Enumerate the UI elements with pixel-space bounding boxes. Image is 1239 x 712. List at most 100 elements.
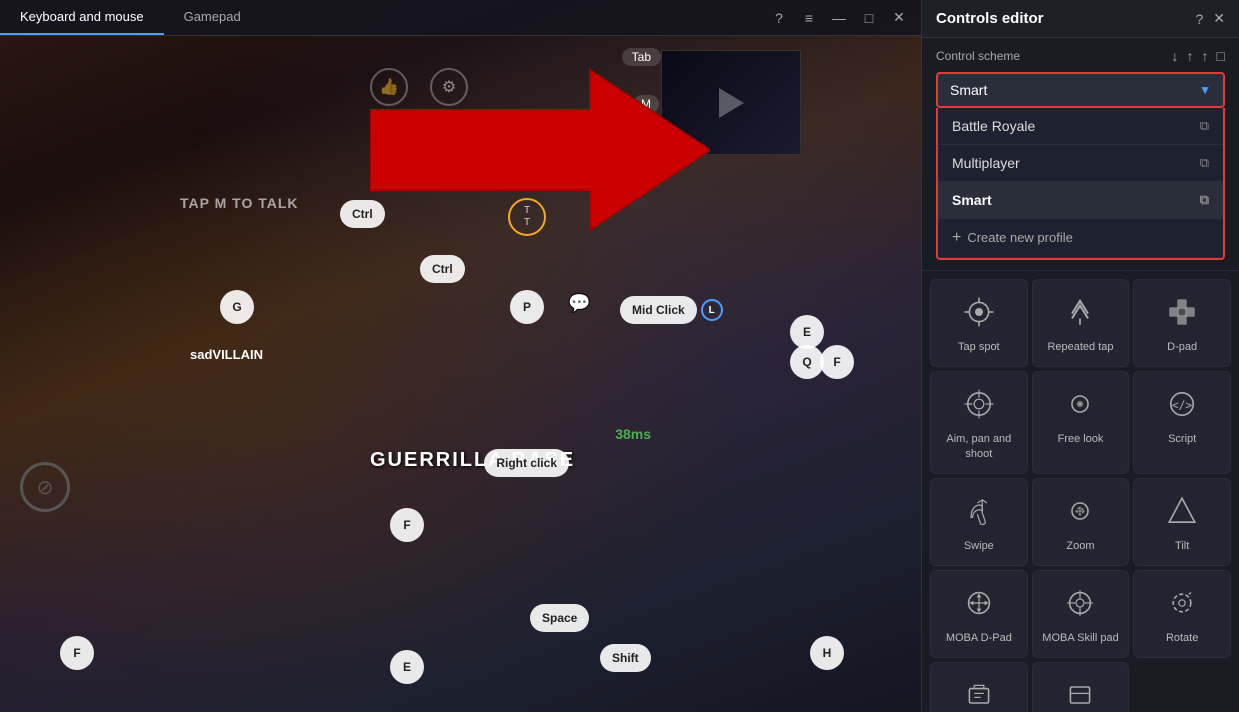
free-look-label: Free look — [1058, 432, 1104, 446]
controls-panel: Controls editor ? ✕ Control scheme ↓ ↑ ↑… — [921, 0, 1239, 712]
control-rotate[interactable]: Rotate — [1133, 570, 1231, 658]
moba-skill-label: MOBA Skill pad — [1042, 631, 1118, 645]
import-icon[interactable]: ↓ — [1172, 48, 1179, 64]
close-icon[interactable]: ✕ — [889, 8, 909, 28]
zoom-icon — [1060, 491, 1100, 531]
control-zoom[interactable]: Zoom — [1032, 478, 1130, 566]
e-key-1[interactable]: E — [790, 315, 824, 349]
control-free-look[interactable]: Free look — [1032, 371, 1130, 474]
extra-1-icon — [959, 675, 999, 712]
aim-label: Aim, pan and shoot — [939, 432, 1019, 461]
export-icon[interactable]: ↑ — [1187, 48, 1194, 64]
control-tilt[interactable]: Tilt — [1133, 478, 1231, 566]
play-icon — [719, 88, 744, 118]
control-tap-spot[interactable]: Tap spot — [930, 279, 1028, 367]
grid-row-5 — [930, 662, 1231, 712]
player-name: sadVILLAIN — [190, 347, 263, 362]
script-icon: </> — [1162, 384, 1202, 424]
zoom-label: Zoom — [1066, 539, 1094, 553]
scheme-action-icons: ↓ ↑ ↑ □ — [1172, 48, 1225, 64]
mid-click-label[interactable]: Mid Click — [620, 296, 697, 324]
copy-icon-smart: ⧉ — [1200, 192, 1209, 208]
shift-key[interactable]: Shift — [600, 644, 651, 672]
maximize-icon[interactable]: □ — [859, 8, 879, 28]
dropdown-item-create[interactable]: +Create new profile — [938, 219, 1223, 258]
scheme-dropdown: Smart ▼ Battle Royale ⧉ Multiplayer ⧉ Sm… — [936, 72, 1225, 260]
svg-text:</>: </> — [1172, 399, 1192, 412]
grid-row-1: Tap spot Repeated tap — [930, 279, 1231, 367]
dpad-icon — [1162, 292, 1202, 332]
panel-header-icons: ? ✕ — [1195, 10, 1225, 27]
copy-icon-battle: ⧉ — [1200, 118, 1209, 134]
repeated-tap-label: Repeated tap — [1047, 340, 1113, 354]
control-extra-1[interactable] — [930, 662, 1028, 712]
scheme-section: Control scheme ↓ ↑ ↑ □ Smart ▼ Battle Ro… — [922, 38, 1239, 271]
panel-header: Controls editor ? ✕ — [922, 0, 1239, 38]
l-key[interactable]: L — [701, 299, 723, 321]
menu-icon[interactable]: ≡ — [799, 8, 819, 28]
swipe-icon — [959, 491, 999, 531]
moba-dpad-icon — [959, 583, 999, 623]
control-swipe[interactable]: Swipe — [930, 478, 1028, 566]
control-extra-2[interactable] — [1032, 662, 1130, 712]
rotate-label: Rotate — [1166, 631, 1198, 645]
f-key-2[interactable]: F — [390, 508, 424, 542]
ctrl-key-2[interactable]: Ctrl — [420, 255, 465, 283]
aim-icon — [959, 384, 999, 424]
repeated-tap-icon — [1060, 292, 1100, 332]
control-repeated-tap[interactable]: Repeated tap — [1032, 279, 1130, 367]
q-key[interactable]: Q — [790, 345, 824, 379]
tab-bar-right: ? ≡ — □ ✕ — [769, 0, 921, 35]
ctrl-key-1[interactable]: Ctrl — [340, 200, 385, 228]
panel-close-icon[interactable]: ✕ — [1213, 10, 1225, 27]
panel-help-icon[interactable]: ? — [1195, 11, 1203, 27]
dropdown-selected: Smart — [950, 82, 987, 98]
grid-row-4: MOBA D-Pad MOBA Skill pad — [930, 570, 1231, 658]
g-key[interactable]: G — [220, 290, 254, 324]
chat-icon: 💬 — [568, 293, 590, 314]
control-moba-dpad[interactable]: MOBA D-Pad — [930, 570, 1028, 658]
tilt-icon — [1162, 491, 1202, 531]
control-dpad[interactable]: D-pad — [1133, 279, 1231, 367]
p-key[interactable]: P — [510, 290, 544, 324]
swipe-label: Swipe — [964, 539, 994, 553]
dropdown-item-smart[interactable]: Smart ⧉ — [938, 182, 1223, 219]
control-script[interactable]: </> Script — [1133, 371, 1231, 474]
folder-icon[interactable]: □ — [1217, 48, 1225, 64]
right-click-label[interactable]: Right click — [484, 449, 569, 477]
free-look-icon — [1060, 384, 1100, 424]
dropdown-button[interactable]: Smart ▼ — [936, 72, 1225, 108]
tilt-label: Tilt — [1175, 539, 1189, 553]
control-aim[interactable]: Aim, pan and shoot — [930, 371, 1028, 474]
moba-dpad-label: MOBA D-Pad — [946, 631, 1012, 645]
f-key-3[interactable]: F — [60, 636, 94, 670]
dropdown-item-multiplayer[interactable]: Multiplayer ⧉ — [938, 145, 1223, 182]
h-key[interactable]: H — [810, 636, 844, 670]
tt-key-badge[interactable]: TT — [508, 198, 546, 236]
game-area: Keyboard and mouse Gamepad ? ≡ — □ ✕ 👍 ⚙… — [0, 0, 921, 712]
panel-title: Controls editor — [936, 10, 1044, 27]
control-moba-skill[interactable]: MOBA Skill pad — [1032, 570, 1130, 658]
e-key-2[interactable]: E — [390, 650, 424, 684]
dropdown-item-battle-royale[interactable]: Battle Royale ⧉ — [938, 108, 1223, 145]
script-label: Script — [1168, 432, 1196, 446]
tap-to-talk-label: TAP M TO TALK — [180, 195, 299, 211]
shield-icon: ⊘ — [20, 462, 70, 512]
f-key-1[interactable]: F — [820, 345, 854, 379]
help-icon[interactable]: ? — [769, 8, 789, 28]
share-icon[interactable]: ↑ — [1202, 48, 1209, 64]
dropdown-arrow-icon: ▼ — [1199, 83, 1211, 97]
minimize-icon[interactable]: — — [829, 8, 849, 28]
dpad-label: D-pad — [1167, 340, 1197, 354]
mid-click-area: Mid Click L — [620, 296, 723, 324]
dropdown-menu: Battle Royale ⧉ Multiplayer ⧉ Smart ⧉ +C… — [936, 108, 1225, 260]
extra-2-icon — [1060, 675, 1100, 712]
rotate-icon — [1162, 583, 1202, 623]
grid-row-3: Swipe Zoom — [930, 478, 1231, 566]
space-key[interactable]: Space — [530, 604, 589, 632]
tab-keyboard-mouse[interactable]: Keyboard and mouse — [0, 0, 164, 35]
tab-bar: Keyboard and mouse Gamepad ? ≡ — □ ✕ — [0, 0, 921, 36]
moba-skill-icon — [1060, 583, 1100, 623]
tab-gamepad[interactable]: Gamepad — [164, 0, 261, 35]
scheme-label: Control scheme ↓ ↑ ↑ □ — [936, 48, 1225, 64]
